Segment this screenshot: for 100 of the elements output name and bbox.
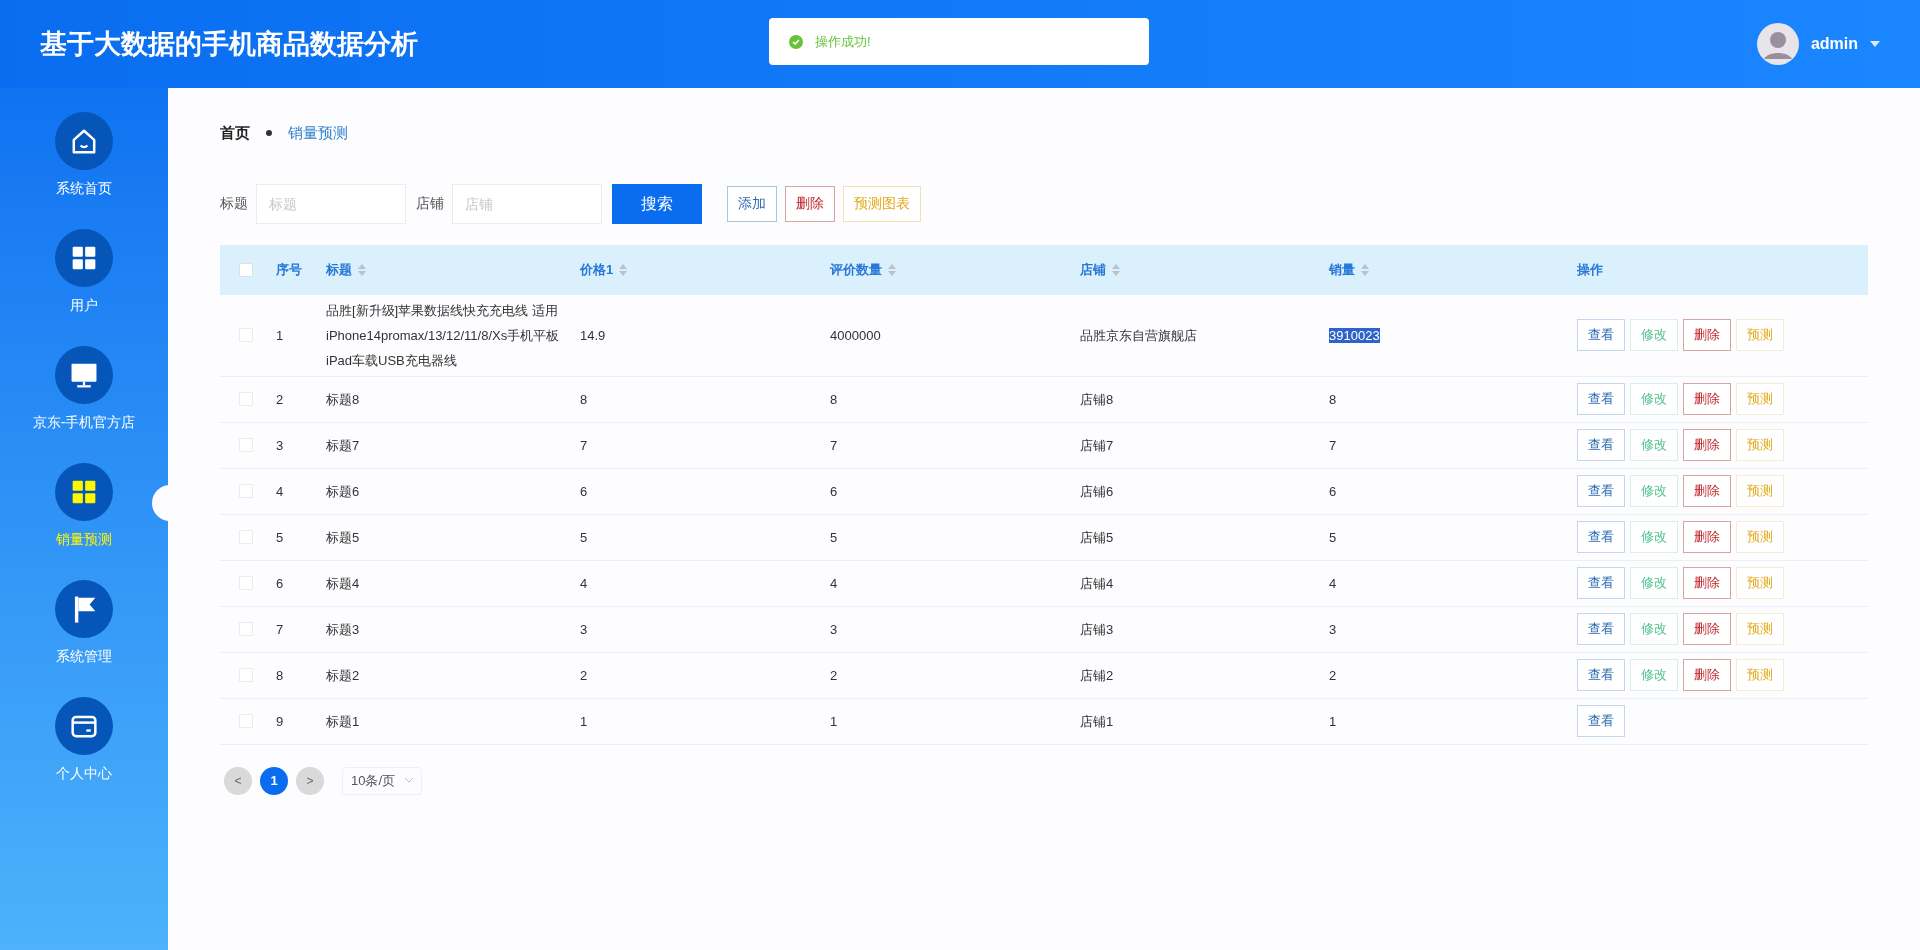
table-cell: 3910023 <box>1329 327 1380 343</box>
delete-button[interactable]: 删除 <box>1683 659 1731 691</box>
table-cell: 6 <box>580 483 588 499</box>
avatar[interactable] <box>1756 23 1799 65</box>
edit-button[interactable]: 修改 <box>1630 429 1678 461</box>
predict-button[interactable]: 预测 <box>1736 319 1784 351</box>
table-cell: 3 <box>830 621 838 637</box>
edit-button[interactable]: 修改 <box>1630 659 1678 691</box>
table-cell: 1 <box>276 327 284 343</box>
edit-button[interactable]: 修改 <box>1630 383 1678 415</box>
column-header[interactable]: 店铺 <box>1080 259 1120 280</box>
edit-button[interactable]: 修改 <box>1630 319 1678 351</box>
predict-button[interactable]: 预测 <box>1736 613 1784 645</box>
delete-button[interactable]: 删除 <box>1683 475 1731 507</box>
column-header[interactable]: 标题 <box>326 259 366 280</box>
table-cell: 4000000 <box>830 327 881 343</box>
predict-button[interactable]: 预测 <box>1736 659 1784 691</box>
view-button[interactable]: 查看 <box>1577 319 1625 351</box>
sidebar-item[interactable]: 京东-手机官方店 <box>32 412 136 433</box>
delete-button[interactable]: 删除 <box>1683 319 1731 351</box>
chevron-icon[interactable] <box>405 778 414 783</box>
view-button[interactable]: 查看 <box>1577 567 1625 599</box>
sort-icon[interactable] <box>358 263 366 276</box>
predict-button[interactable]: 预测 <box>1736 429 1784 461</box>
table-cell: 店铺8 <box>1080 391 1114 407</box>
predict-button[interactable]: 预测 <box>1736 383 1784 415</box>
edit-button[interactable]: 修改 <box>1630 521 1678 553</box>
sidebar-item[interactable]: 销量预测 <box>56 529 112 550</box>
sidebar-item[interactable]: 系统管理 <box>56 646 112 667</box>
sidebar-item[interactable]: 用户 <box>70 295 98 316</box>
delete-button[interactable]: 删除 <box>1683 567 1731 599</box>
table-cell: 店铺2 <box>1080 667 1114 683</box>
table-cell: 8 <box>276 667 284 683</box>
column-header[interactable]: 序号 <box>276 259 302 280</box>
delete-button[interactable]: 删除 <box>1683 521 1731 553</box>
predict-button[interactable]: 预测 <box>1736 521 1784 553</box>
checkbox[interactable] <box>239 262 253 277</box>
success-icon <box>789 34 803 49</box>
table-cell: 4 <box>1329 575 1337 591</box>
field-label: 店铺 <box>416 194 444 213</box>
active-notch <box>152 485 170 521</box>
view-button[interactable]: 查看 <box>1577 659 1625 691</box>
table-cell: 标题8 <box>326 391 360 407</box>
column-header[interactable]: 价格1 <box>580 259 628 280</box>
delete-button[interactable]: 删除 <box>1683 383 1731 415</box>
table-cell: 6 <box>830 483 838 499</box>
table-cell: 6 <box>276 575 284 591</box>
sort-icon[interactable] <box>1112 263 1120 276</box>
table-cell: 7 <box>830 437 838 453</box>
previous-page-button[interactable]: < <box>224 766 252 795</box>
edit-button[interactable]: 修改 <box>1630 567 1678 599</box>
next-page-button[interactable]: > <box>296 766 324 795</box>
breadcrumb-item[interactable]: 销量预测 <box>288 122 348 145</box>
edit-button[interactable]: 修改 <box>1630 613 1678 645</box>
sort-icon[interactable] <box>1361 263 1369 276</box>
add-button[interactable]: 添加 <box>727 185 777 222</box>
table-cell: 7 <box>276 621 284 637</box>
column-header[interactable]: 评价数量 <box>830 259 896 280</box>
table-cell: 5 <box>276 529 284 545</box>
table-cell: 标题4 <box>326 575 360 591</box>
view-button[interactable]: 查看 <box>1577 705 1625 737</box>
breadcrumb-separator-icon <box>266 130 272 137</box>
table-cell: 标题5 <box>326 529 360 545</box>
view-button[interactable]: 查看 <box>1577 475 1625 507</box>
sidebar-item[interactable]: 系统首页 <box>56 178 112 199</box>
table-cell: 8 <box>1329 391 1337 407</box>
sort-icon[interactable] <box>888 263 896 276</box>
caret-icon[interactable] <box>1870 41 1880 47</box>
search-button[interactable]: 搜索 <box>612 183 702 224</box>
sort-icon[interactable] <box>619 263 628 276</box>
table-cell: 7 <box>1329 437 1337 453</box>
delete-button[interactable]: 删除 <box>785 185 835 222</box>
table-cell: 1 <box>580 713 588 729</box>
table-cell: 4 <box>276 483 284 499</box>
table-cell: 8 <box>830 391 838 407</box>
table-cell: 4 <box>580 575 588 591</box>
view-button[interactable]: 查看 <box>1577 429 1625 461</box>
delete-button[interactable]: 删除 <box>1683 429 1731 461</box>
column-header[interactable]: 销量 <box>1329 259 1369 280</box>
sidebar-item[interactable]: 个人中心 <box>56 763 112 784</box>
page-button[interactable]: 1 <box>260 766 288 795</box>
table-cell: 品胜京东自营旗舰店 <box>1080 327 1197 343</box>
predict-button[interactable]: 预测 <box>1736 567 1784 599</box>
predict-button[interactable]: 预测 <box>1736 475 1784 507</box>
table-cell: 店铺6 <box>1080 483 1114 499</box>
page-size-select[interactable]: 10条/页 <box>342 766 423 795</box>
view-button[interactable]: 查看 <box>1577 521 1625 553</box>
chart-button[interactable]: 预测图表 <box>843 185 921 222</box>
user-name[interactable]: admin <box>1810 32 1858 56</box>
table-cell: 标题6 <box>326 483 360 499</box>
view-button[interactable]: 查看 <box>1577 383 1625 415</box>
breadcrumb-item[interactable]: 首页 <box>220 122 250 145</box>
view-button[interactable]: 查看 <box>1577 613 1625 645</box>
table-cell: 2 <box>1329 667 1337 683</box>
column-header[interactable]: 操作 <box>1577 259 1603 280</box>
delete-button[interactable]: 删除 <box>1683 613 1731 645</box>
field-label: 标题 <box>220 194 248 213</box>
edit-button[interactable]: 修改 <box>1630 475 1678 507</box>
table-cell: 店铺1 <box>1080 713 1114 729</box>
table-cell: 5 <box>1329 529 1337 545</box>
